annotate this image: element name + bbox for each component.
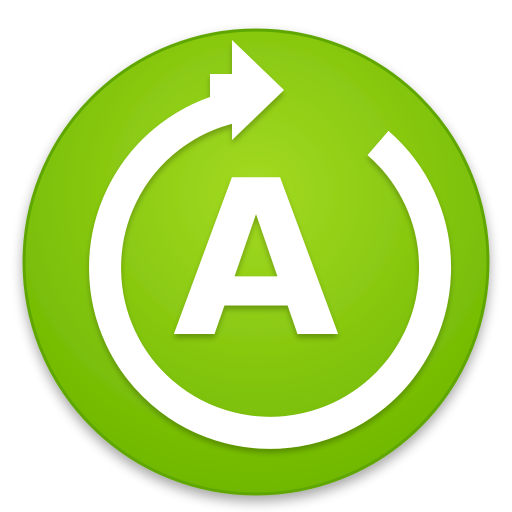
letter-a-glyph: A <box>173 134 339 385</box>
app-icon[interactable]: A <box>0 0 512 512</box>
arrow-shaft <box>210 74 238 107</box>
refresh-letter-icon: A <box>22 28 490 496</box>
